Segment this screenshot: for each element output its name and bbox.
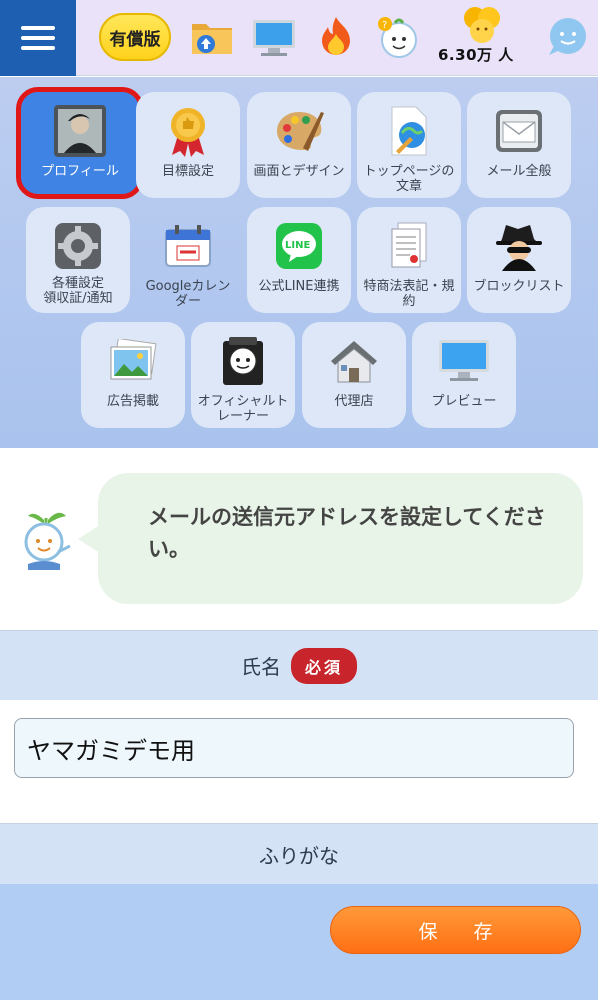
pages-icon bbox=[382, 219, 436, 273]
tile-label: 代理店 bbox=[334, 394, 374, 409]
profile-photo-icon bbox=[53, 104, 107, 158]
furigana-field-header: ふりがな bbox=[0, 823, 598, 885]
paid-version-badge[interactable]: 有償版 bbox=[99, 13, 171, 61]
tile-label: Googleカレンダー bbox=[145, 279, 231, 309]
name-input-row bbox=[0, 700, 598, 823]
spy-icon bbox=[492, 219, 546, 273]
svg-text:LINE: LINE bbox=[285, 240, 310, 251]
tile-label: 公式LINE連携 bbox=[258, 279, 340, 294]
tile-screen-design[interactable]: 画面とデザイン bbox=[247, 92, 351, 198]
tile-label: 各種設定 領収証/通知 bbox=[43, 276, 113, 306]
required-badge: 必須 bbox=[290, 647, 357, 684]
tile-agency[interactable]: 代理店 bbox=[302, 322, 406, 428]
tile-label: プレビュー bbox=[431, 394, 497, 409]
tile-various-settings[interactable]: 各種設定 領収証/通知 bbox=[26, 207, 130, 313]
name-label: 氏名 bbox=[240, 655, 281, 679]
guide-message-section: メールの送信元アドレスを設定してください。 bbox=[0, 448, 598, 630]
mascot-icon bbox=[24, 512, 71, 570]
hamburger-line bbox=[21, 46, 55, 50]
tile-line-integration[interactable]: LINE 公式LINE連携 bbox=[247, 207, 351, 313]
tile-label: ブロックリスト bbox=[473, 279, 565, 294]
name-field-header: 氏名 必須 bbox=[0, 630, 598, 700]
tile-official-trainer[interactable]: オフィシャルトレーナー bbox=[191, 322, 295, 428]
tile-google-calendar[interactable]: Googleカレンダー bbox=[136, 207, 240, 313]
tile-preview[interactable]: プレビュー bbox=[412, 322, 516, 428]
svg-text:?: ? bbox=[382, 20, 387, 31]
medal-icon bbox=[161, 104, 215, 158]
top-header: 有償版 ? 6.30万 人 bbox=[0, 0, 598, 76]
palette-icon bbox=[272, 104, 326, 158]
help-character-icon[interactable]: ? bbox=[375, 14, 421, 60]
chat-icon[interactable] bbox=[545, 14, 593, 60]
users-count: 6.30万 人 bbox=[438, 46, 514, 64]
trainer-icon bbox=[216, 334, 270, 388]
guide-message-text: メールの送信元アドレスを設定してください。 bbox=[148, 505, 546, 561]
tile-top-page-text[interactable]: トップページの文章 bbox=[357, 92, 461, 198]
tile-label: 広告掲載 bbox=[106, 394, 159, 409]
tile-label: 画面とデザイン bbox=[253, 164, 345, 179]
tile-label: 特商法表記・規約 bbox=[363, 279, 455, 309]
tile-block-list[interactable]: ブロックリスト bbox=[467, 207, 571, 313]
tile-label: プロフィール bbox=[41, 164, 119, 179]
menu-grid: プロフィール 目標設定 画面とデザイン トップページの文章 メール全般 各種設定… bbox=[0, 77, 598, 448]
hamburger-menu-button[interactable] bbox=[0, 0, 76, 76]
photo-icon bbox=[106, 334, 160, 388]
tile-profile[interactable]: プロフィール bbox=[16, 87, 144, 199]
tile-label: 目標設定 bbox=[161, 164, 214, 179]
tile-goal-setting[interactable]: 目標設定 bbox=[136, 92, 240, 198]
save-button[interactable]: 保存 bbox=[330, 906, 581, 954]
computer-icon[interactable] bbox=[251, 14, 297, 60]
footer-bar: 保存 bbox=[0, 884, 598, 1000]
house-icon bbox=[327, 334, 381, 388]
tile-label: オフィシャルトレーナー bbox=[197, 394, 289, 424]
upload-folder-icon[interactable] bbox=[189, 14, 235, 60]
speech-bubble: メールの送信元アドレスを設定してください。 bbox=[78, 473, 583, 604]
tile-label: メール全般 bbox=[486, 164, 552, 179]
monitor-icon bbox=[437, 334, 491, 388]
tile-label: トップページの文章 bbox=[363, 164, 455, 194]
fire-icon[interactable] bbox=[313, 14, 359, 60]
line-icon: LINE bbox=[272, 219, 326, 273]
tile-mail-general[interactable]: メール全般 bbox=[467, 92, 571, 198]
gear-icon bbox=[51, 219, 105, 273]
name-input[interactable] bbox=[14, 718, 574, 778]
furigana-label: ふりがな bbox=[259, 844, 339, 868]
tile-advertising[interactable]: 広告掲載 bbox=[81, 322, 185, 428]
hamburger-line bbox=[21, 36, 55, 40]
document-globe-icon bbox=[382, 104, 436, 158]
mail-icon bbox=[492, 104, 546, 158]
calendar-icon bbox=[161, 219, 215, 273]
tile-commercial-law[interactable]: 特商法表記・規約 bbox=[357, 207, 461, 313]
hamburger-line bbox=[21, 26, 55, 30]
